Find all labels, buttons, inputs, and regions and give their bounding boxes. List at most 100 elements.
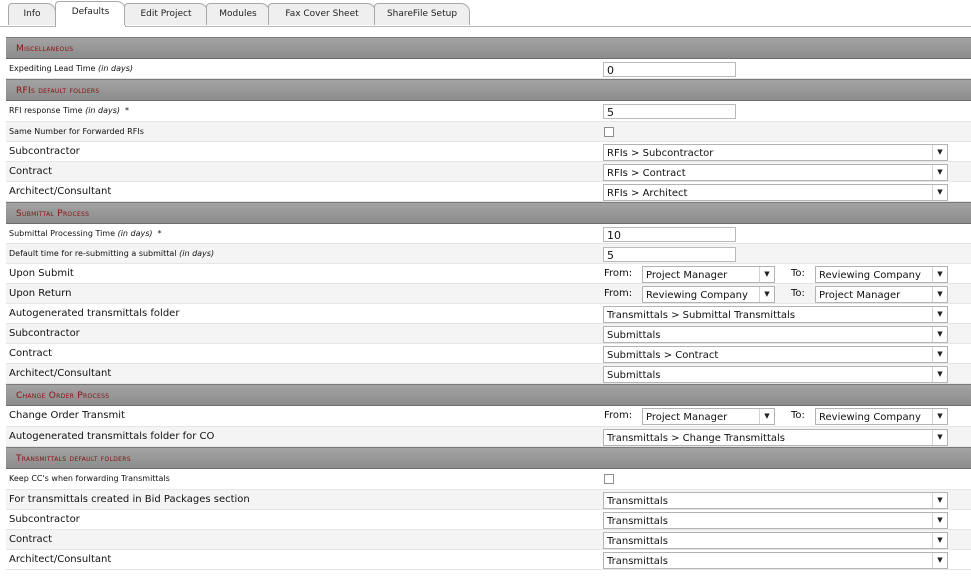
co-auto-folder-select[interactable]: Transmittals > Change Transmittals ▼ xyxy=(603,429,948,446)
change-order-to-select[interactable]: Reviewing Company ▼ xyxy=(815,408,948,425)
submittal-processing-time-label: Submittal Processing Time (in days) * xyxy=(9,229,162,238)
row-upon-submit: Upon Submit From: Project Manager ▼ To: R… xyxy=(6,264,971,284)
tab-edit-project[interactable]: Edit Project xyxy=(124,3,208,25)
rfi-response-time-label: RFI response Time (in days) * xyxy=(9,106,130,115)
change-order-from-select[interactable]: Project Manager ▼ xyxy=(642,408,775,425)
chevron-down-icon: ▼ xyxy=(759,409,774,424)
transmittals-architect-select[interactable]: Transmittals ▼ xyxy=(603,552,948,569)
row-transmittals-subcontractor: Subcontractor Transmittals ▼ xyxy=(6,510,971,530)
chevron-down-icon: ▼ xyxy=(932,145,947,160)
transmittals-architect-label: Architect/Consultant xyxy=(9,554,112,565)
rfi-architect-select[interactable]: RFIs > Architect ▼ xyxy=(603,184,948,201)
upon-return-from-select[interactable]: Reviewing Company ▼ xyxy=(642,286,775,303)
section-miscellaneous: Miscellaneous xyxy=(6,37,971,59)
chevron-down-icon: ▼ xyxy=(932,513,947,528)
row-submittal-processing-time: Submittal Processing Time (in days) * 10 xyxy=(6,224,971,244)
chevron-down-icon: ▼ xyxy=(932,287,947,302)
row-change-order-transmit: Change Order Transmit From: Project Mana… xyxy=(6,406,971,427)
tab-modules[interactable]: Modules xyxy=(206,3,270,25)
rfi-response-time-input[interactable]: 5 xyxy=(603,104,736,119)
row-rfi-subcontractor: Subcontractor RFIs > Subcontractor ▼ xyxy=(6,142,971,162)
chevron-down-icon: ▼ xyxy=(932,409,947,424)
bid-packages-select[interactable]: Transmittals ▼ xyxy=(603,492,948,509)
row-submittal-subcontractor: Subcontractor Submittals ▼ xyxy=(6,324,971,344)
chevron-down-icon: ▼ xyxy=(932,307,947,322)
defaults-form: Miscellaneous Expediting Lead Time (in d… xyxy=(6,37,971,570)
submittal-auto-folder-label: Autogenerated transmittals folder xyxy=(9,308,180,319)
chevron-down-icon: ▼ xyxy=(932,367,947,382)
row-submittal-architect: Architect/Consultant Submittals ▼ xyxy=(6,364,971,384)
expediting-lead-time-input[interactable]: 0 xyxy=(603,62,736,77)
upon-submit-to-select[interactable]: Reviewing Company ▼ xyxy=(815,266,948,283)
upon-return-to-select[interactable]: Project Manager ▼ xyxy=(815,286,948,303)
section-transmittals-default-folders: Transmittals default folders xyxy=(6,447,971,469)
rfi-subcontractor-select[interactable]: RFIs > Subcontractor ▼ xyxy=(603,144,948,161)
upon-return-from-label: From: xyxy=(604,288,633,299)
submittal-architect-label: Architect/Consultant xyxy=(9,368,112,379)
change-order-to-label: To: xyxy=(791,410,805,421)
submittal-auto-folder-select[interactable]: Transmittals > Submittal Transmittals ▼ xyxy=(603,306,948,323)
upon-return-label: Upon Return xyxy=(9,288,72,299)
chevron-down-icon: ▼ xyxy=(932,327,947,342)
chevron-down-icon: ▼ xyxy=(932,267,947,282)
rfi-contract-select[interactable]: RFIs > Contract ▼ xyxy=(603,164,948,181)
tab-fax-cover-sheet[interactable]: Fax Cover Sheet xyxy=(268,3,376,25)
chevron-down-icon: ▼ xyxy=(759,287,774,302)
expediting-lead-time-label: Expediting Lead Time (in days) xyxy=(9,64,133,73)
section-rfis-default-folders: RFIs default folders xyxy=(6,79,971,101)
upon-submit-from-label: From: xyxy=(604,268,633,279)
tab-info[interactable]: Info xyxy=(8,3,56,25)
submittal-architect-select[interactable]: Submittals ▼ xyxy=(603,366,948,383)
change-order-from-label: From: xyxy=(604,410,633,421)
chevron-down-icon: ▼ xyxy=(932,533,947,548)
chevron-down-icon: ▼ xyxy=(932,553,947,568)
keep-cc-label: Keep CC's when forwarding Transmittals xyxy=(9,474,170,483)
row-same-number-forwarded: Same Number for Forwarded RFIs xyxy=(6,122,971,142)
row-rfi-contract: Contract RFIs > Contract ▼ xyxy=(6,162,971,182)
row-transmittals-architect: Architect/Consultant Transmittals ▼ xyxy=(6,550,971,570)
section-change-order-process: Change Order Process xyxy=(6,384,971,406)
transmittals-contract-label: Contract xyxy=(9,534,53,545)
submittal-processing-time-input[interactable]: 10 xyxy=(603,227,736,242)
submittal-subcontractor-select[interactable]: Submittals ▼ xyxy=(603,326,948,343)
rfi-contract-label: Contract xyxy=(9,166,53,177)
resubmit-time-label: Default time for re-submitting a submitt… xyxy=(9,249,215,258)
row-transmittals-contract: Contract Transmittals ▼ xyxy=(6,530,971,550)
chevron-down-icon: ▼ xyxy=(932,165,947,180)
submittal-subcontractor-label: Subcontractor xyxy=(9,328,80,339)
row-submittal-auto-folder: Autogenerated transmittals folder Transm… xyxy=(6,304,971,324)
rfi-subcontractor-label: Subcontractor xyxy=(9,146,80,157)
submittal-contract-label: Contract xyxy=(9,348,53,359)
upon-submit-from-select[interactable]: Project Manager ▼ xyxy=(642,266,775,283)
chevron-down-icon: ▼ xyxy=(759,267,774,282)
row-keep-cc: Keep CC's when forwarding Transmittals xyxy=(6,469,971,490)
upon-submit-label: Upon Submit xyxy=(9,268,74,279)
tab-sharefile-setup[interactable]: ShareFile Setup xyxy=(374,3,470,25)
resubmit-time-input[interactable]: 5 xyxy=(603,247,736,262)
section-submittal-process: Submittal Process xyxy=(6,202,971,224)
transmittals-contract-select[interactable]: Transmittals ▼ xyxy=(603,532,948,549)
chevron-down-icon: ▼ xyxy=(932,430,947,445)
row-rfi-architect: Architect/Consultant RFIs > Architect ▼ xyxy=(6,182,971,202)
row-upon-return: Upon Return From: Reviewing Company ▼ To:… xyxy=(6,284,971,304)
keep-cc-checkbox[interactable] xyxy=(604,474,614,484)
tab-defaults[interactable]: Defaults xyxy=(55,1,126,27)
rfi-architect-label: Architect/Consultant xyxy=(9,186,112,197)
co-auto-folder-label: Autogenerated transmittals folder for CO xyxy=(9,431,215,442)
same-number-forwarded-label: Same Number for Forwarded RFIs xyxy=(9,127,144,136)
transmittals-subcontractor-label: Subcontractor xyxy=(9,514,80,525)
row-expediting-lead-time: Expediting Lead Time (in days) 0 xyxy=(6,59,971,79)
bid-packages-label: For transmittals created in Bid Packages… xyxy=(9,494,250,505)
chevron-down-icon: ▼ xyxy=(932,185,947,200)
same-number-forwarded-checkbox[interactable] xyxy=(604,127,614,137)
chevron-down-icon: ▼ xyxy=(932,347,947,362)
upon-return-to-label: To: xyxy=(791,288,805,299)
row-co-auto-folder: Autogenerated transmittals folder for CO… xyxy=(6,427,971,447)
submittal-contract-select[interactable]: Submittals > Contract ▼ xyxy=(603,346,948,363)
chevron-down-icon: ▼ xyxy=(932,493,947,508)
tab-bar: Info Defaults Edit Project Modules Fax C… xyxy=(0,0,971,27)
row-bid-packages: For transmittals created in Bid Packages… xyxy=(6,490,971,510)
transmittals-subcontractor-select[interactable]: Transmittals ▼ xyxy=(603,512,948,529)
upon-submit-to-label: To: xyxy=(791,268,805,279)
row-submittal-contract: Contract Submittals > Contract ▼ xyxy=(6,344,971,364)
